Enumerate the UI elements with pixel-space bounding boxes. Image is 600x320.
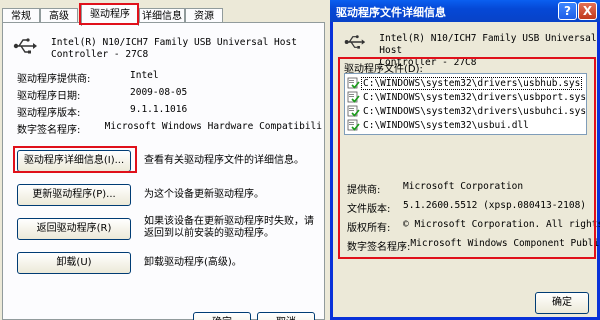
close-icon[interactable]: X [578, 2, 597, 20]
driver-version-label: 驱动程序版本: [17, 108, 81, 119]
dialog-titlebar[interactable]: 驱动程序文件详细信息 ? X [330, 0, 600, 22]
update-driver-button[interactable]: 更新驱动程序(P)... [17, 184, 131, 206]
rollback-driver-desc-2: 返回到以前安装的驱动程序。 [144, 228, 274, 239]
dialog-ok-button[interactable]: 确定 [535, 292, 589, 314]
highlight-driver-tab [79, 3, 139, 25]
highlight-file-details [338, 57, 596, 259]
uninstall-driver-desc: 卸载驱动程序(高级)。 [144, 257, 242, 268]
driver-version-row: 驱动程序版本: 9.1.1.1016 [17, 104, 187, 119]
rollback-driver-desc-1: 如果该设备在更新驱动程序时失败，请 [144, 216, 314, 227]
dialog-title: 驱动程序文件详细信息 [336, 6, 446, 19]
driver-file-details-dialog: 驱动程序文件详细信息 ? X Intel(R) N10/ICH7 Family … [330, 0, 600, 320]
highlight-driver-details-button [13, 146, 137, 173]
device-name: Intel(R) N10/ICH7 Family USB Universal H… [51, 37, 297, 61]
usb-icon [344, 35, 366, 49]
driver-date-row: 驱动程序日期: 2009-08-05 [17, 87, 187, 102]
dialog-device-name-line1: Intel(R) N10/ICH7 Family USB Universal H… [379, 33, 597, 56]
digital-signer-label: 数字签名程序: [17, 125, 81, 136]
driver-provider-row: 驱动程序提供商: Intel [17, 70, 159, 85]
digital-signer-value: Microsoft Windows Hardware Compatibili [104, 121, 322, 132]
rollback-driver-button[interactable]: 返回驱动程序(R) [17, 218, 131, 240]
device-name-line2: Controller - 27C8 [51, 49, 149, 60]
device-name-line1: Intel(R) N10/ICH7 Family USB Universal H… [51, 37, 297, 48]
device-header: Intel(R) N10/ICH7 Family USB Universal H… [13, 37, 297, 61]
driver-details-desc: 查看有关驱动程序文件的详细信息。 [144, 155, 304, 166]
update-driver-desc: 为这个设备更新驱动程序。 [144, 189, 264, 200]
help-icon[interactable]: ? [558, 2, 577, 20]
driver-provider-label: 驱动程序提供商: [17, 74, 91, 85]
device-properties-window: 常规 高级 驱动程序 详细信息 资源 Intel(R) N10/ICH7 Fam… [0, 0, 327, 320]
usb-icon [13, 38, 37, 54]
cancel-button[interactable]: 取消 [257, 312, 315, 320]
driver-date-label: 驱动程序日期: [17, 91, 81, 102]
driver-version-value: 9.1.1.1016 [130, 104, 188, 115]
ok-button[interactable]: 确定 [193, 312, 251, 320]
driver-provider-value: Intel [130, 70, 159, 81]
driver-date-value: 2009-08-05 [130, 87, 188, 98]
uninstall-driver-button[interactable]: 卸载(U) [17, 252, 131, 274]
digital-signer-row: 数字签名程序: Microsoft Windows Hardware Compa… [17, 121, 322, 136]
